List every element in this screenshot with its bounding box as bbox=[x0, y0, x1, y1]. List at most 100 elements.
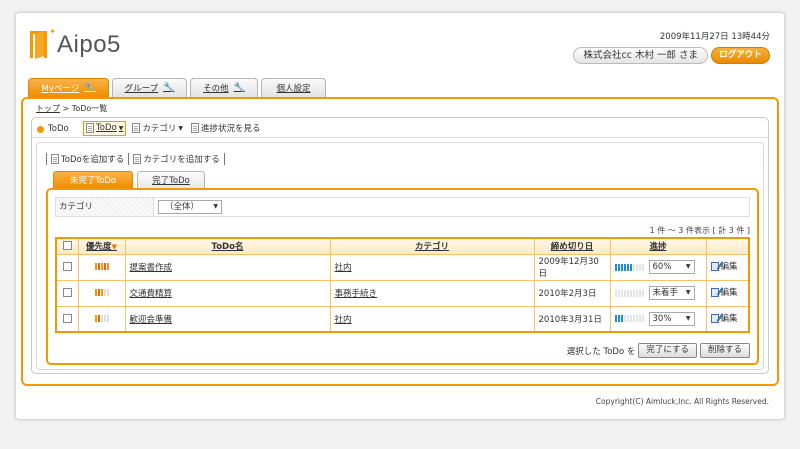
pencil-icon bbox=[710, 261, 719, 271]
header-progress[interactable]: 進捗 bbox=[609, 237, 707, 255]
row-checkbox[interactable] bbox=[62, 288, 72, 297]
wrench-icon[interactable]: 🔧 bbox=[163, 83, 174, 93]
deadline-cell: 2010年2月3日 bbox=[533, 279, 611, 307]
category-filter: カテゴリ （全体） ▼ bbox=[55, 197, 750, 217]
progress-select[interactable]: 30% ▼ bbox=[648, 311, 695, 326]
door-logo-icon: ✦ bbox=[30, 27, 56, 59]
progress-select-value: 未着手 bbox=[652, 288, 679, 298]
tab-other[interactable]: その他 🔧 bbox=[190, 78, 258, 97]
row-checkbox-cell bbox=[55, 305, 79, 333]
add-category-label: カテゴリを追加する bbox=[143, 155, 220, 165]
todo-name-cell: 提案書作成 bbox=[124, 253, 331, 281]
progress-select[interactable]: 未着手 ▼ bbox=[648, 286, 695, 300]
page-container: トップ > ToDo一覧 ToDo ToDo ▼ カテゴリ ▼ 進捗状況を見る … bbox=[21, 97, 779, 386]
wrench-icon[interactable]: 🔧 bbox=[234, 83, 245, 93]
progress-cell: 60% ▼ bbox=[609, 253, 707, 281]
header-deadline[interactable]: 締め切り日 bbox=[533, 237, 611, 255]
todo-name-link[interactable]: 提案書作成 bbox=[130, 263, 173, 273]
dropdown-arrow-icon: ▼ bbox=[213, 203, 218, 210]
logout-button[interactable]: ログアウト bbox=[711, 47, 770, 64]
tab-personal-settings-label: 個人設定 bbox=[276, 84, 311, 94]
tab-complete-todo[interactable]: 完了ToDo bbox=[137, 171, 205, 188]
tab-mypage[interactable]: Myページ 🔧 bbox=[28, 78, 109, 97]
todo-portlet: ToDo ToDo ▼ カテゴリ ▼ 進捗状況を見る ToDoを追加する カテゴ… bbox=[31, 117, 769, 374]
current-datetime: 2009年11月27日 13時44分 bbox=[659, 32, 770, 42]
progress-select[interactable]: 60% ▼ bbox=[648, 260, 695, 274]
tab-mypage-label: Myページ bbox=[41, 84, 80, 94]
bulk-actions: 選択した ToDo を 完了にする 削除する bbox=[567, 343, 750, 358]
sort-desc-icon: ▼ bbox=[111, 243, 117, 252]
dropdown-arrow-icon: ▼ bbox=[685, 314, 691, 322]
user-name-badge: 株式会社cc 木村 一郎 さま bbox=[573, 47, 708, 64]
wrench-icon[interactable]: 🔧 bbox=[84, 83, 95, 93]
todo-table: 優先度▼ ToDo名 カテゴリ 締め切り日 進捗 提案書作成 社内 2009年1… bbox=[55, 237, 750, 333]
toolbar-todo-menu[interactable]: ToDo ▼ bbox=[83, 120, 127, 136]
portlet-title: ToDo bbox=[37, 124, 69, 134]
progress-cell: 30% ▼ bbox=[609, 305, 707, 333]
todo-name-link[interactable]: 交通費精算 bbox=[130, 289, 173, 299]
add-todo-link[interactable]: ToDoを追加する bbox=[46, 153, 128, 165]
row-checkbox[interactable] bbox=[62, 313, 72, 323]
category-cell: 社内 bbox=[329, 253, 535, 281]
edit-link[interactable]: 編集 bbox=[710, 312, 738, 324]
edit-link[interactable]: 編集 bbox=[710, 260, 738, 272]
priority-indicator bbox=[94, 314, 109, 322]
todo-name-link[interactable]: 歓迎会準備 bbox=[130, 315, 173, 325]
document-icon bbox=[132, 123, 141, 133]
aipo-logo[interactable]: ✦ Aipo5 bbox=[30, 27, 121, 61]
brand-name: Aipo5 bbox=[57, 31, 121, 58]
row-checkbox-cell bbox=[55, 279, 79, 307]
row-checkbox[interactable] bbox=[62, 262, 72, 271]
complete-selected-button[interactable]: 完了にする bbox=[638, 343, 697, 358]
document-icon bbox=[86, 123, 94, 133]
portlet-bullet-icon bbox=[37, 125, 44, 133]
breadcrumb-home-link[interactable]: トップ bbox=[36, 104, 60, 113]
priority-cell bbox=[77, 279, 126, 307]
bulk-actions-label: 選択した ToDo を bbox=[566, 346, 636, 357]
header-category[interactable]: カテゴリ bbox=[329, 237, 535, 255]
tab-other-label: その他 bbox=[203, 84, 229, 94]
add-category-link[interactable]: カテゴリを追加する bbox=[128, 153, 225, 165]
todo-name-cell: 交通費精算 bbox=[124, 279, 331, 307]
main-tabs: Myページ 🔧 グループ 🔧 その他 🔧 個人設定 bbox=[28, 78, 329, 97]
header-edit bbox=[705, 237, 750, 255]
row-checkbox-cell bbox=[55, 253, 79, 281]
priority-cell bbox=[77, 253, 126, 281]
tab-incomplete-todo[interactable]: 未完了ToDo bbox=[53, 171, 133, 188]
edit-cell: 編集 bbox=[705, 279, 750, 307]
portlet-toolbar: ToDo ▼ カテゴリ ▼ 進捗状況を見る bbox=[83, 120, 266, 136]
toolbar-progress-label: 進捗状況を見る bbox=[200, 124, 261, 134]
dropdown-arrow-icon: ▼ bbox=[118, 124, 124, 132]
header-priority[interactable]: 優先度▼ bbox=[77, 237, 126, 255]
breadcrumb-current: ToDo一覧 bbox=[71, 104, 108, 113]
action-links: ToDoを追加する カテゴリを追加する bbox=[46, 153, 225, 165]
toolbar-progress-link[interactable]: 進捗状況を見る bbox=[189, 121, 263, 136]
todo-list-area: カテゴリ （全体） ▼ 1 件 ～ 3 件表示 [ 計 3 件 ] 優先度▼ To… bbox=[46, 188, 759, 365]
priority-indicator bbox=[94, 263, 109, 270]
category-cell: 社内 bbox=[329, 305, 535, 333]
toolbar-todo-label: ToDo bbox=[96, 123, 117, 133]
edit-cell: 編集 bbox=[705, 253, 750, 281]
edit-link[interactable]: 編集 bbox=[710, 286, 738, 298]
tab-group[interactable]: グループ 🔧 bbox=[112, 78, 187, 97]
delete-selected-button[interactable]: 削除する bbox=[699, 343, 750, 358]
result-count: 1 件 ～ 3 件表示 [ 計 3 件 ] bbox=[649, 226, 750, 235]
category-filter-label: カテゴリ bbox=[56, 198, 154, 216]
tab-personal-settings[interactable]: 個人設定 bbox=[261, 78, 326, 97]
category-link[interactable]: 社内 bbox=[335, 315, 352, 325]
deadline-cell: 2010年3月31日 bbox=[533, 305, 611, 333]
toolbar-category-menu[interactable]: カテゴリ ▼ bbox=[130, 121, 185, 136]
table-row: 歓迎会準備 社内 2010年3月31日 30% ▼ 編集 bbox=[55, 305, 750, 333]
progress-cell: 未着手 ▼ bbox=[609, 279, 707, 307]
category-link[interactable]: 事務手続き bbox=[335, 289, 378, 299]
header-todo-name[interactable]: ToDo名 bbox=[124, 237, 331, 255]
select-all-checkbox[interactable] bbox=[62, 241, 72, 251]
document-icon bbox=[51, 154, 59, 164]
portlet-title-text: ToDo bbox=[48, 124, 69, 134]
category-link[interactable]: 社内 bbox=[335, 263, 352, 273]
table-header-row: 優先度▼ ToDo名 カテゴリ 締め切り日 進捗 bbox=[55, 237, 750, 255]
dropdown-arrow-icon: ▼ bbox=[178, 124, 183, 132]
copyright: Copyright(C) Aimluck,Inc. All Rights Res… bbox=[595, 397, 769, 406]
progress-select-value: 60% bbox=[652, 262, 672, 272]
category-select[interactable]: （全体） ▼ bbox=[158, 200, 222, 214]
